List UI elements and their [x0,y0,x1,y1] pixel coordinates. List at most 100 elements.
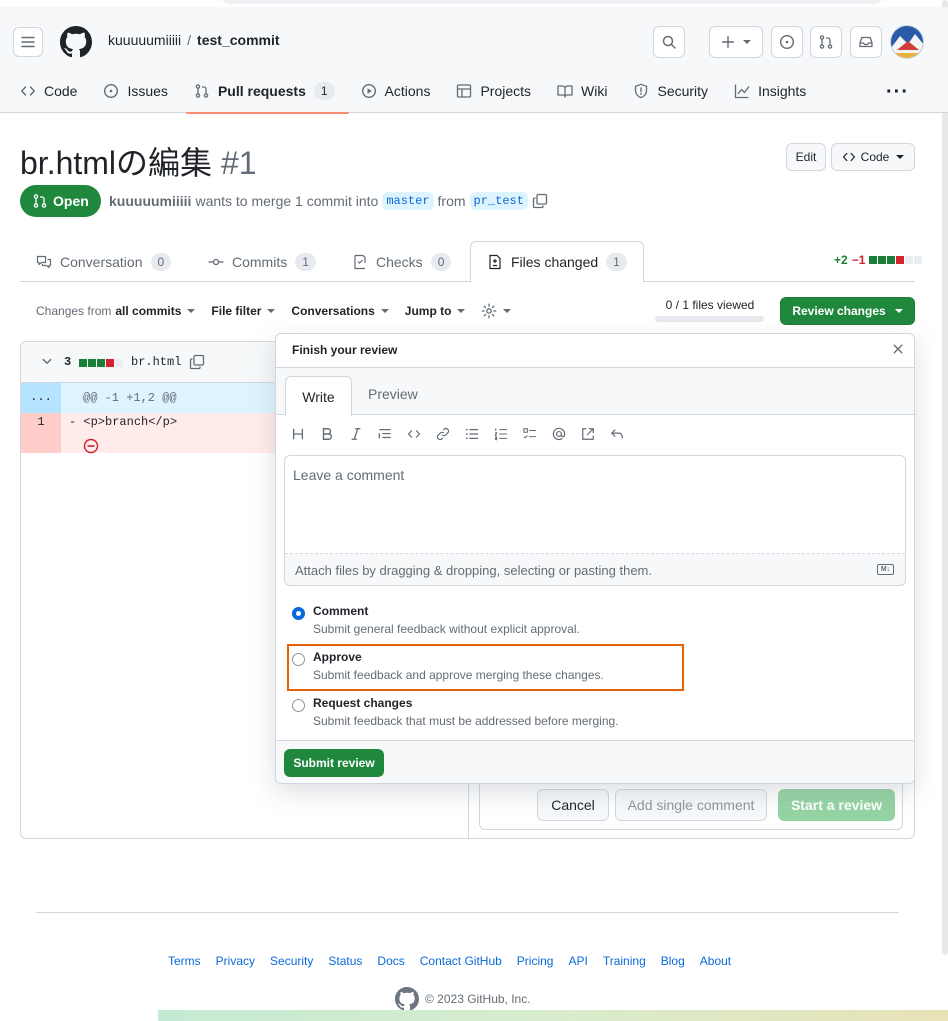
cancel-button[interactable]: Cancel [537,789,609,821]
footer-link-privacy[interactable]: Privacy [216,954,255,968]
repo-navigation: Code Issues Pull requests 1 Actions Proj… [12,73,824,114]
attach-files-hint[interactable]: Attach files by dragging & dropping, sel… [295,563,652,578]
tab-issues[interactable]: Issues [95,73,175,113]
footer-link-status[interactable]: Status [328,954,362,968]
tab-conversation[interactable]: Conversation 0 [20,241,187,282]
cross-reference-icon[interactable] [580,426,596,442]
tab-conversation-label: Conversation [60,253,143,270]
heading-icon[interactable] [290,426,306,442]
footer-link-docs[interactable]: Docs [377,954,404,968]
repo-owner-link[interactable]: kuuuuumiiiii [108,32,181,48]
changes-from-value: all commits [115,304,182,318]
comment-option-label: Comment [313,604,369,618]
jump-to-dropdown[interactable]: Jump to [405,304,466,318]
conversations-dropdown[interactable]: Conversations [291,304,389,318]
footer-link-security[interactable]: Security [270,954,313,968]
chevron-down-icon [896,155,905,159]
footer-link-terms[interactable]: Terms [168,954,201,968]
changes-from-dropdown[interactable]: Changes from all commits [36,304,196,318]
deletions-count: −1 [851,253,866,267]
tab-checks[interactable]: Checks 0 [336,241,467,282]
files-viewed-text: 0 / 1 files viewed [665,298,755,312]
more-tabs-button[interactable]: ··· [886,81,909,104]
link-icon[interactable] [435,426,451,442]
tab-pull-requests[interactable]: Pull requests 1 [185,73,349,114]
quote-icon[interactable] [377,426,393,442]
tab-write[interactable]: Write [285,376,352,416]
github-logo-icon[interactable] [60,26,92,58]
files-changed-counter: 1 [606,253,627,271]
tab-wiki[interactable]: Wiki [549,73,615,113]
notifications-button[interactable] [850,26,882,58]
close-icon[interactable] [892,343,904,355]
tab-projects[interactable]: Projects [448,73,539,113]
your-pull-requests-button[interactable] [810,26,842,58]
bold-icon[interactable] [319,426,335,442]
add-single-comment-button[interactable]: Add single comment [615,789,767,821]
diff-settings-dropdown[interactable] [481,303,512,319]
additions-count: +2 [834,253,848,267]
footer-link-blog[interactable]: Blog [661,954,685,968]
create-new-button[interactable] [709,26,763,58]
search-button[interactable] [653,26,685,58]
mention-icon[interactable] [551,426,567,442]
repo-name-link[interactable]: test_commit [197,32,279,48]
tab-preview[interactable]: Preview [368,386,418,402]
tab-files-changed-label: Files changed [511,254,599,270]
footer-link-contact[interactable]: Contact GitHub [420,954,502,968]
file-filter-dropdown[interactable]: File filter [211,304,276,318]
issue-opened-icon [104,83,119,99]
your-issues-button[interactable] [771,26,803,58]
line-number[interactable]: 1 [21,413,61,453]
request-changes-radio[interactable] [292,699,305,712]
diffstat: +2 −1 [834,253,923,267]
tab-actions[interactable]: Actions [353,73,439,113]
expand-hunk-button[interactable]: ... [21,383,61,413]
conversation-counter: 0 [150,252,172,271]
base-branch[interactable]: master [382,192,434,210]
submit-review-button[interactable]: Submit review [284,749,384,777]
copy-icon[interactable] [532,193,548,209]
code-icon[interactable] [406,426,422,442]
copy-icon[interactable] [189,354,205,370]
footer-link-api[interactable]: API [568,954,587,968]
task-list-icon[interactable] [522,426,538,442]
menu-button[interactable] [13,27,43,57]
italic-icon[interactable] [348,426,364,442]
bottom-banner-strip [158,1010,948,1021]
ordered-list-icon[interactable] [493,426,509,442]
tab-insights[interactable]: Insights [726,73,814,113]
github-mark-icon[interactable] [395,987,419,1011]
unordered-list-icon[interactable] [464,426,480,442]
copyright-text: © 2023 GitHub, Inc. [425,992,531,1006]
avatar-image-icon [891,26,923,58]
tab-commits-label: Commits [232,253,288,270]
tab-code[interactable]: Code [12,73,85,113]
edit-title-button[interactable]: Edit [786,143,826,171]
no-entry-icon [83,438,99,454]
comment-textarea[interactable]: Leave a comment [285,456,905,554]
head-branch[interactable]: pr_test [469,192,528,210]
page-scrollbar[interactable] [942,0,948,955]
user-avatar[interactable] [890,25,924,59]
tab-files-changed[interactable]: Files changed 1 [470,241,644,283]
comment-radio[interactable] [292,607,305,620]
pr-author-link[interactable]: kuuuuumiiiii [109,193,191,209]
chevron-down-icon[interactable] [41,355,53,367]
request-changes-option-desc: Submit feedback that must be addressed b… [313,714,619,728]
tab-commits[interactable]: Commits 1 [192,241,332,282]
file-name-link[interactable]: br.html [131,355,181,369]
code-dropdown-button[interactable]: Code [831,143,915,171]
footer-link-about[interactable]: About [700,954,731,968]
status-badge: Open [20,185,101,217]
checklist-icon [354,254,366,269]
chevron-down-icon [743,40,751,44]
chevron-down-icon [503,309,512,313]
reply-icon[interactable] [609,426,625,442]
start-review-button[interactable]: Start a review [778,789,895,821]
review-changes-button[interactable]: Review changes [780,297,915,325]
footer-link-training[interactable]: Training [603,954,646,968]
approve-radio[interactable] [292,653,305,666]
footer-link-pricing[interactable]: Pricing [517,954,554,968]
tab-security[interactable]: Security [625,73,716,113]
